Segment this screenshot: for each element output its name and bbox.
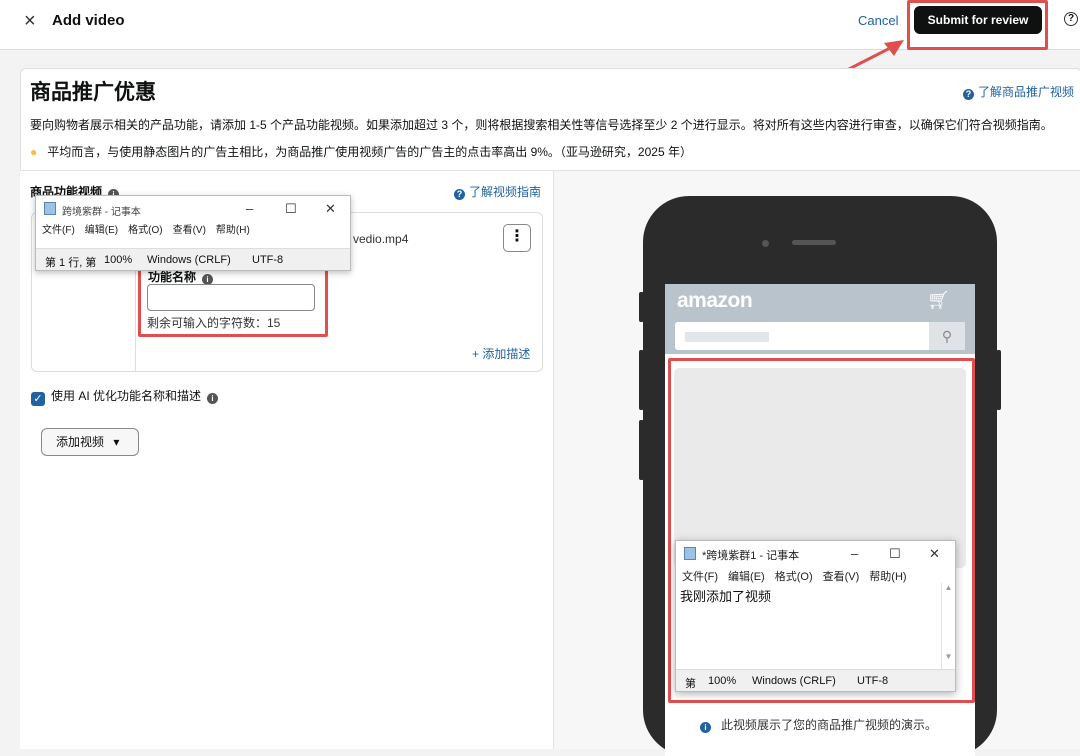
- notepad-icon: [684, 547, 696, 560]
- notepad-text-area[interactable]: 我刚添加了视频: [680, 586, 771, 605]
- menu-help[interactable]: 帮助(H): [869, 571, 906, 583]
- amazon-logo: amazon: [677, 289, 753, 312]
- phone-camera: [762, 240, 769, 247]
- menu-format[interactable]: 格式(O): [128, 225, 162, 236]
- help-icon[interactable]: ?: [1064, 12, 1078, 26]
- search-placeholder: [685, 332, 769, 342]
- close-icon[interactable]: ✕: [325, 201, 336, 217]
- status-zoom: 100%: [708, 675, 737, 687]
- menu-edit[interactable]: 编辑(E): [728, 571, 765, 583]
- cart-icon: 🛒︎: [927, 290, 950, 310]
- status-position: 第 1 行, 第: [45, 257, 97, 269]
- notepad-icon: [44, 202, 56, 215]
- lightbulb-icon: ●: [30, 145, 38, 159]
- status-position: 第: [685, 678, 696, 690]
- notepad-statusbar: 第 1 行, 第 100% Windows (CRLF) UTF-8: [36, 248, 350, 270]
- status-lineending: Windows (CRLF): [147, 254, 231, 266]
- scroll-up-icon[interactable]: ▲: [942, 583, 955, 592]
- notepad-window-large[interactable]: *跨境紫群1 - 记事本 – ☐ ✕ 文件(F) 编辑(E) 格式(O) 查看(V) 帮…: [675, 540, 956, 692]
- learn-promo-video-link[interactable]: ? 了解商品推广视频: [963, 83, 1074, 100]
- notepad-title: 跨境紫群 - 记事本: [62, 207, 141, 218]
- phone-speaker: [792, 240, 836, 245]
- amazon-search-bar: ⚲: [665, 316, 975, 354]
- menu-format[interactable]: 格式(O): [775, 571, 813, 583]
- status-encoding: UTF-8: [857, 675, 889, 687]
- menu-view[interactable]: 查看(V): [173, 225, 206, 236]
- menu-file[interactable]: 文件(F): [42, 225, 75, 236]
- cancel-button[interactable]: Cancel: [858, 13, 898, 28]
- menu-help[interactable]: 帮助(H): [216, 225, 250, 236]
- notepad-statusbar: 第 100% Windows (CRLF) UTF-8: [676, 669, 955, 691]
- learn-video-guidelines-link[interactable]: ? 了解视频指南: [454, 183, 541, 200]
- video-filename: vedio.mp4: [353, 232, 409, 246]
- search-icon: ⚲: [929, 322, 965, 350]
- preview-footnote: i 此视频展示了您的商品推广视频的演示。: [700, 716, 937, 733]
- remaining-chars-text: 剩余可输入的字符数：15: [147, 316, 281, 330]
- dialog-title: Add video: [52, 12, 125, 29]
- menu-edit[interactable]: 编辑(E): [85, 225, 118, 236]
- chevron-down-icon: ▾: [113, 435, 120, 449]
- submit-for-review-button[interactable]: Submit for review: [914, 6, 1042, 34]
- info-icon: i: [700, 722, 711, 733]
- status-lineending: Windows (CRLF): [752, 675, 836, 687]
- tip-row: ● 平均而言，与使用静态图片的广告主相比，为商品推广使用视频广告的广告主的点击率高…: [30, 143, 692, 160]
- video-preview-area: [674, 368, 966, 568]
- notepad-window-small[interactable]: 跨境紫群 - 记事本 – ☐ ✕ 文件(F) 编辑(E) 格式(O) 查看(V) 帮助(…: [35, 195, 351, 271]
- notepad-menu: 文件(F) 编辑(E) 格式(O) 查看(V) 帮助(H): [36, 221, 350, 239]
- info-icon[interactable]: i: [207, 393, 219, 404]
- menu-file[interactable]: 文件(F): [682, 571, 718, 583]
- page-description: 要向购物者展示相关的产品功能，请添加 1-5 个产品功能视频。如果添加超过 3 …: [30, 118, 1053, 132]
- scrollbar[interactable]: ▲ ▼: [941, 583, 955, 669]
- tip-text: 平均而言，与使用静态图片的广告主相比，为商品推广使用视频广告的广告主的点击率高出…: [47, 145, 692, 159]
- notepad-title: *跨境紫群1 - 记事本: [702, 550, 800, 562]
- checkbox-checked[interactable]: ✓: [31, 392, 45, 406]
- more-options-button[interactable]: ⋮: [503, 224, 531, 252]
- top-bar: × Add video Cancel Submit for review ?: [0, 0, 1080, 50]
- maximize-icon[interactable]: ☐: [889, 546, 901, 562]
- minimize-icon[interactable]: –: [851, 546, 858, 561]
- notepad-menu: 文件(F) 编辑(E) 格式(O) 查看(V) 帮助(H): [676, 565, 955, 583]
- amazon-header: amazon 🛒︎: [665, 284, 975, 316]
- minimize-icon[interactable]: –: [246, 201, 253, 216]
- add-video-dropdown[interactable]: 添加视频 ▾: [41, 428, 139, 456]
- question-icon: ?: [454, 189, 465, 200]
- ai-optimize-checkbox-row[interactable]: ✓ 使用 AI 优化功能名称和描述 i: [31, 387, 219, 406]
- status-encoding: UTF-8: [252, 254, 284, 266]
- question-icon: ?: [963, 89, 974, 100]
- add-description-link[interactable]: + 添加描述: [472, 345, 530, 362]
- maximize-icon[interactable]: ☐: [285, 201, 297, 217]
- page-title: 商品推广优惠: [30, 81, 156, 104]
- feature-name-input[interactable]: [147, 284, 315, 311]
- scroll-down-icon[interactable]: ▼: [942, 652, 955, 661]
- menu-view[interactable]: 查看(V): [823, 571, 860, 583]
- status-zoom: 100%: [104, 254, 133, 266]
- notepad-titlebar[interactable]: 跨境紫群 - 记事本 – ☐ ✕: [36, 196, 350, 221]
- search-input: ⚲: [675, 322, 965, 350]
- notepad-titlebar[interactable]: *跨境紫群1 - 记事本 – ☐ ✕: [676, 541, 955, 565]
- close-icon[interactable]: ×: [24, 10, 36, 33]
- close-icon[interactable]: ✕: [929, 546, 940, 562]
